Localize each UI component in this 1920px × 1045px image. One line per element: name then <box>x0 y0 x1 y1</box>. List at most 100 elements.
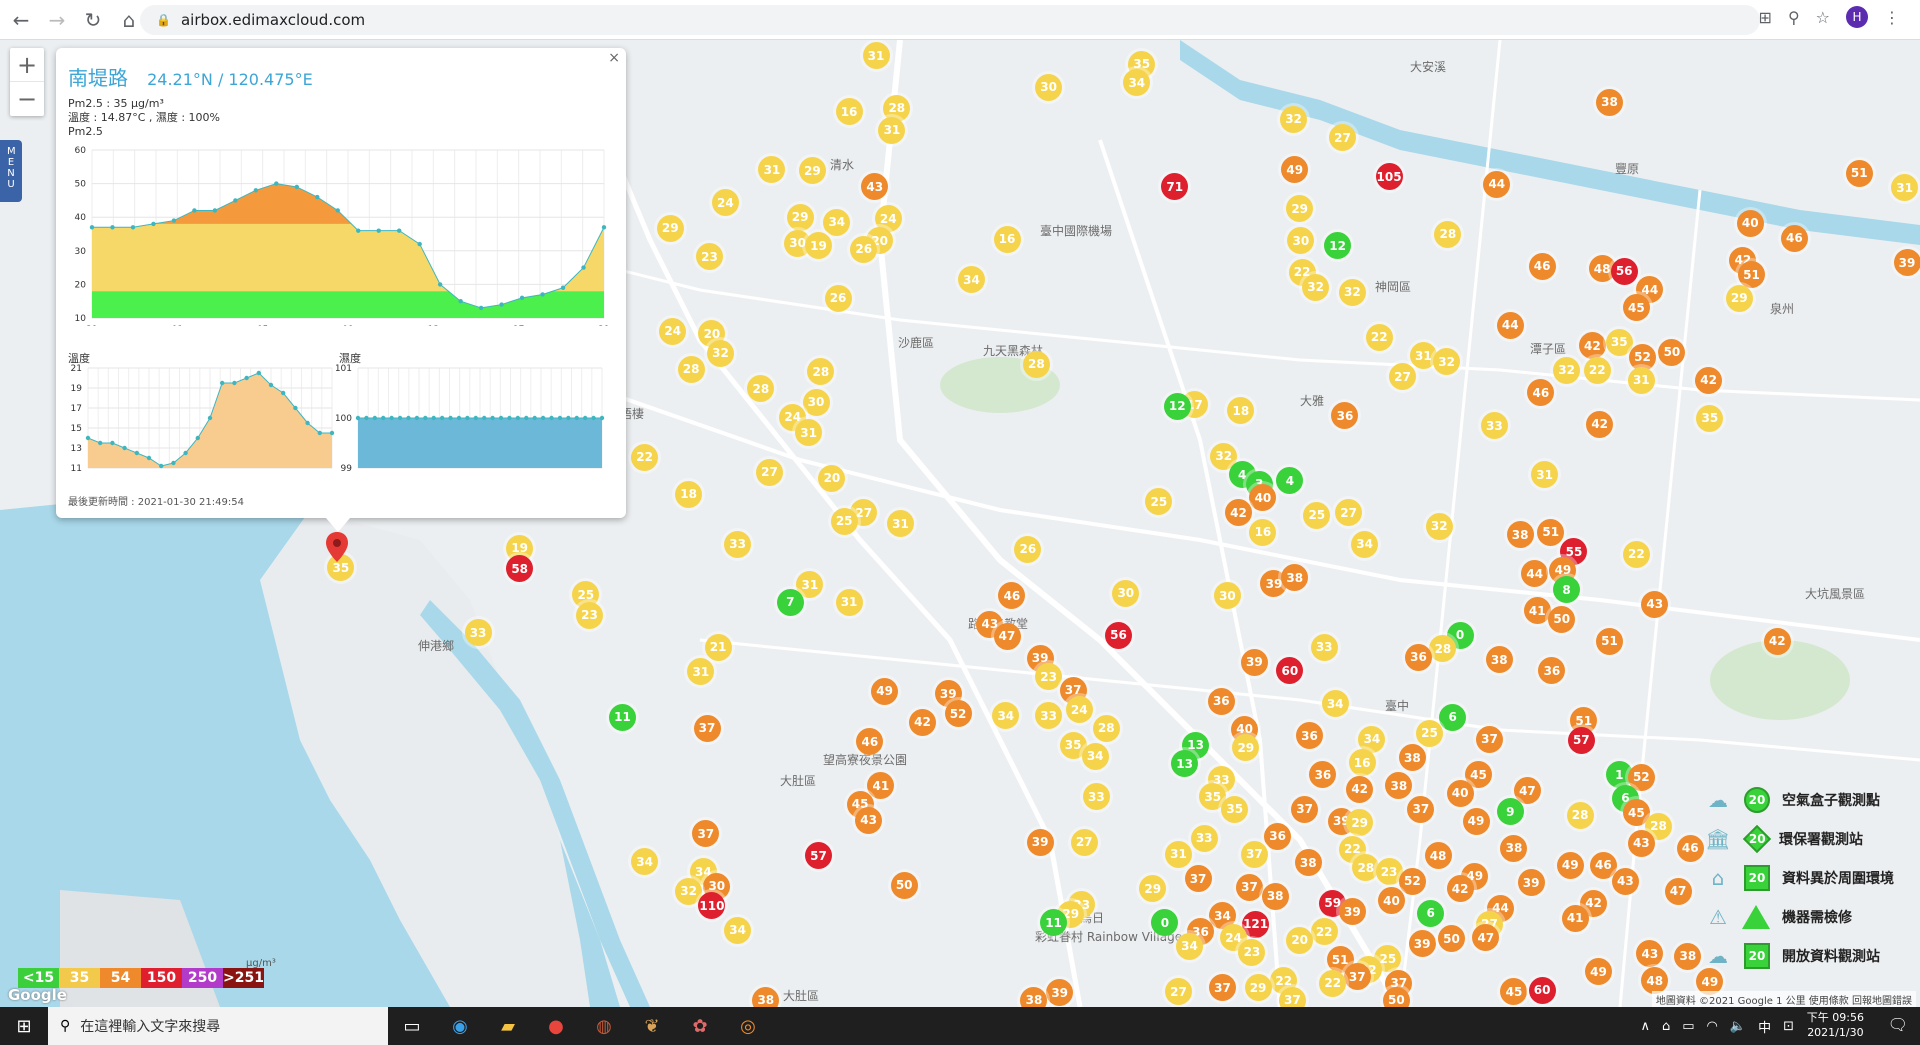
aqi-station-marker[interactable]: 16 <box>835 98 863 126</box>
aqi-station-marker[interactable]: 36 <box>1264 822 1292 850</box>
aqi-station-marker[interactable]: 19 <box>804 232 832 260</box>
aqi-station-marker[interactable]: 42 <box>909 708 937 736</box>
aqi-station-marker[interactable]: 32 <box>1553 356 1581 384</box>
map-attribution[interactable]: 地圖資料 ©2021 Google 1 公里 使用條款 回報地圖錯誤 <box>1651 991 1916 1007</box>
aqi-station-marker[interactable]: 33 <box>1480 412 1508 440</box>
legend-type-row[interactable]: ⌂ 20 資料異於周圍環境 <box>1700 858 1910 897</box>
aqi-station-marker[interactable]: 47 <box>993 622 1021 650</box>
aqi-station-marker[interactable]: 38 <box>1261 882 1289 910</box>
profile-avatar[interactable]: H <box>1846 6 1868 28</box>
aqi-station-marker[interactable]: 57 <box>804 842 832 870</box>
network-icon[interactable]: ⌂ <box>1662 1019 1670 1034</box>
aqi-station-marker[interactable]: 20 <box>1286 926 1314 954</box>
aqi-station-marker[interactable]: 34 <box>823 208 851 236</box>
aqi-station-marker[interactable]: 34 <box>1351 530 1379 558</box>
aqi-station-marker[interactable]: 43 <box>1611 867 1639 895</box>
app-icon-3[interactable]: ✿ <box>676 1007 724 1045</box>
legend-type-row[interactable]: 🏛 20 環保署觀測站 <box>1700 819 1910 858</box>
aqi-station-marker[interactable]: 44 <box>1496 311 1524 339</box>
app-icon-1[interactable]: ◍ <box>580 1007 628 1045</box>
aqi-station-marker[interactable]: 42 <box>1346 775 1374 803</box>
bookmark-star-icon[interactable]: ☆ <box>1816 8 1830 27</box>
aqi-station-marker[interactable]: 21 <box>704 633 732 661</box>
app-icon-2[interactable]: ❦ <box>628 1007 676 1045</box>
aqi-station-marker[interactable]: 11 <box>609 703 637 731</box>
aqi-station-marker[interactable]: 29 <box>798 157 826 185</box>
aqi-station-marker[interactable]: 33 <box>464 619 492 647</box>
aqi-station-marker[interactable]: 31 <box>1164 840 1192 868</box>
aqi-station-marker[interactable]: 24 <box>659 317 687 345</box>
aqi-station-marker[interactable]: 33 <box>1310 633 1338 661</box>
aqi-station-marker[interactable]: 16 <box>1348 749 1376 776</box>
ime-language[interactable]: 中 <box>1758 1017 1771 1036</box>
aqi-station-marker[interactable]: 27 <box>1164 978 1192 1006</box>
aqi-station-marker[interactable]: 56 <box>1610 257 1638 285</box>
aqi-station-marker[interactable]: 40 <box>1446 779 1474 807</box>
aqi-station-marker[interactable]: 51 <box>1595 627 1623 655</box>
aqi-station-marker[interactable]: 47 <box>1664 877 1692 905</box>
aqi-station-marker[interactable]: 50 <box>1548 605 1576 633</box>
aqi-station-marker[interactable]: 34 <box>724 916 752 944</box>
aqi-station-marker[interactable]: 29 <box>1244 974 1272 1002</box>
aqi-station-marker[interactable]: 57 <box>1567 726 1595 754</box>
aqi-station-marker[interactable]: 32 <box>1302 273 1330 301</box>
aqi-station-marker[interactable]: 38 <box>1506 521 1534 549</box>
aqi-station-marker[interactable]: 27 <box>755 458 783 486</box>
aqi-station-marker[interactable]: 12 <box>1163 392 1191 420</box>
aqi-station-marker[interactable]: 49 <box>1462 807 1490 835</box>
address-bar[interactable]: 🔒 airbox.edimaxcloud.com <box>140 5 1760 35</box>
tray-chevron-icon[interactable]: ∧ <box>1640 1019 1650 1034</box>
aqi-station-marker[interactable]: 35 <box>1605 328 1633 356</box>
aqi-station-marker[interactable]: 26 <box>824 284 852 312</box>
close-popup-button[interactable]: × <box>608 50 620 66</box>
aqi-station-marker[interactable]: 29 <box>786 203 814 231</box>
aqi-station-marker[interactable]: 39 <box>1026 828 1054 856</box>
aqi-station-marker[interactable]: 27 <box>1389 363 1417 391</box>
aqi-station-marker[interactable]: 43 <box>855 806 883 834</box>
aqi-station-marker[interactable]: 34 <box>1081 742 1109 770</box>
aqi-station-marker[interactable]: 31 <box>887 510 914 538</box>
aqi-station-marker[interactable]: 32 <box>1425 512 1453 540</box>
aqi-station-marker[interactable]: 39 <box>1408 930 1436 958</box>
legend-type-row[interactable]: ☁ 20 空氣盒子觀測點 <box>1700 780 1910 819</box>
aqi-station-marker[interactable]: 38 <box>1595 88 1623 116</box>
location-pin-icon[interactable] <box>326 532 348 562</box>
aqi-station-marker[interactable]: 33 <box>1082 783 1110 811</box>
taskbar-search[interactable]: ⚲ 在這裡輸入文字來搜尋 <box>48 1007 388 1045</box>
aqi-station-marker[interactable]: 52 <box>944 700 972 727</box>
aqi-station-marker[interactable]: 41 <box>1561 904 1589 932</box>
aqi-station-marker[interactable]: 38 <box>1294 849 1322 877</box>
aqi-station-marker[interactable]: 12 <box>1324 232 1352 260</box>
aqi-station-marker[interactable]: 30 <box>1035 73 1063 101</box>
aqi-station-marker[interactable]: 39 <box>1893 249 1920 277</box>
aqi-station-marker[interactable]: 37 <box>1235 873 1263 901</box>
notification-icon[interactable]: 🗨 <box>1888 1015 1908 1034</box>
aqi-station-marker[interactable]: 6 <box>1417 899 1445 927</box>
aqi-station-marker[interactable]: 35 <box>1221 795 1249 823</box>
aqi-station-marker[interactable]: 37 <box>1184 865 1212 893</box>
aqi-station-marker[interactable]: 35 <box>1696 404 1724 432</box>
aqi-station-marker[interactable]: 42 <box>1224 499 1252 527</box>
aqi-station-marker[interactable]: 32 <box>1280 105 1308 133</box>
aqi-station-marker[interactable]: 34 <box>1321 690 1349 718</box>
aqi-station-marker[interactable]: 37 <box>1278 986 1306 1007</box>
aqi-station-marker[interactable]: 51 <box>1845 159 1873 187</box>
aqi-station-marker[interactable]: 46 <box>1780 224 1808 252</box>
aqi-station-marker[interactable]: 31 <box>1627 366 1655 394</box>
zoom-out-button[interactable]: − <box>10 82 44 116</box>
legend-type-row[interactable]: ⚠ 機器需檢修 <box>1700 897 1910 936</box>
aqi-station-marker[interactable]: 44 <box>1483 170 1511 198</box>
reload-icon[interactable]: ↻ <box>78 5 108 35</box>
aqi-station-marker[interactable]: 25 <box>1415 719 1443 747</box>
ime-mode-icon[interactable]: ⊡ <box>1783 1019 1794 1034</box>
back-icon[interactable]: ← <box>6 5 36 35</box>
chrome-icon[interactable]: ● <box>532 1007 580 1045</box>
aqi-station-marker[interactable]: 37 <box>1343 963 1371 991</box>
volume-icon[interactable]: 🔈 <box>1730 1019 1746 1034</box>
aqi-station-marker[interactable]: 29 <box>1725 284 1753 312</box>
aqi-station-marker[interactable]: 37 <box>1291 795 1319 823</box>
aqi-station-marker[interactable]: 27 <box>1070 828 1098 856</box>
aqi-station-marker[interactable]: 48 <box>1424 842 1452 870</box>
aqi-station-marker[interactable]: 60 <box>1528 976 1556 1004</box>
aqi-station-marker[interactable]: 36 <box>1207 687 1235 715</box>
